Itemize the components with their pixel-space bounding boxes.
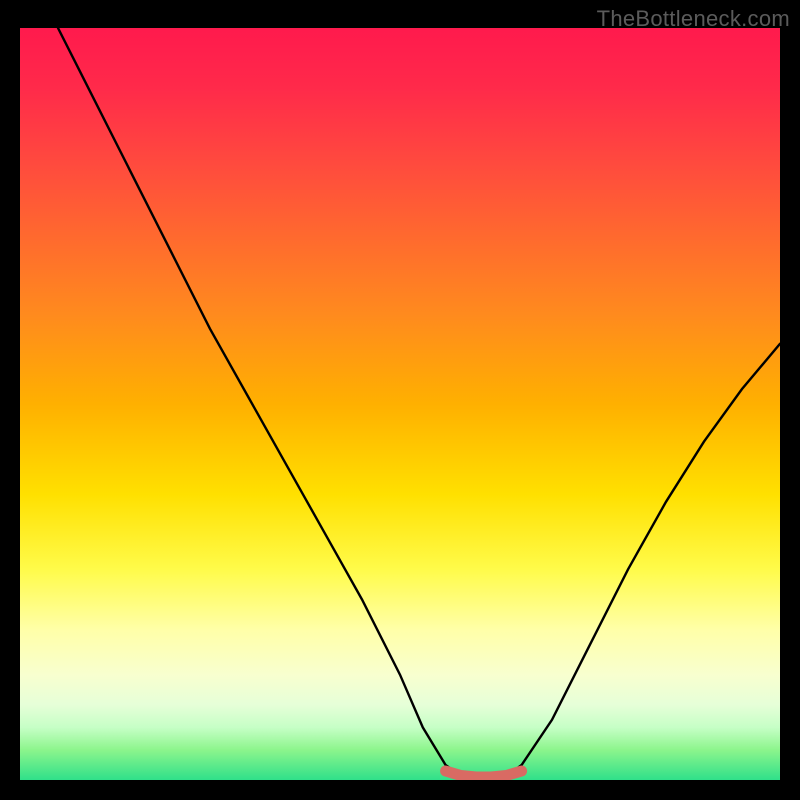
flat-minimum-highlight [446,771,522,777]
plot-area [20,28,780,780]
curve-layer [20,28,780,780]
bottleneck-curve [58,28,780,780]
watermark-text: TheBottleneck.com [597,6,790,32]
chart-stage: TheBottleneck.com [0,0,800,800]
